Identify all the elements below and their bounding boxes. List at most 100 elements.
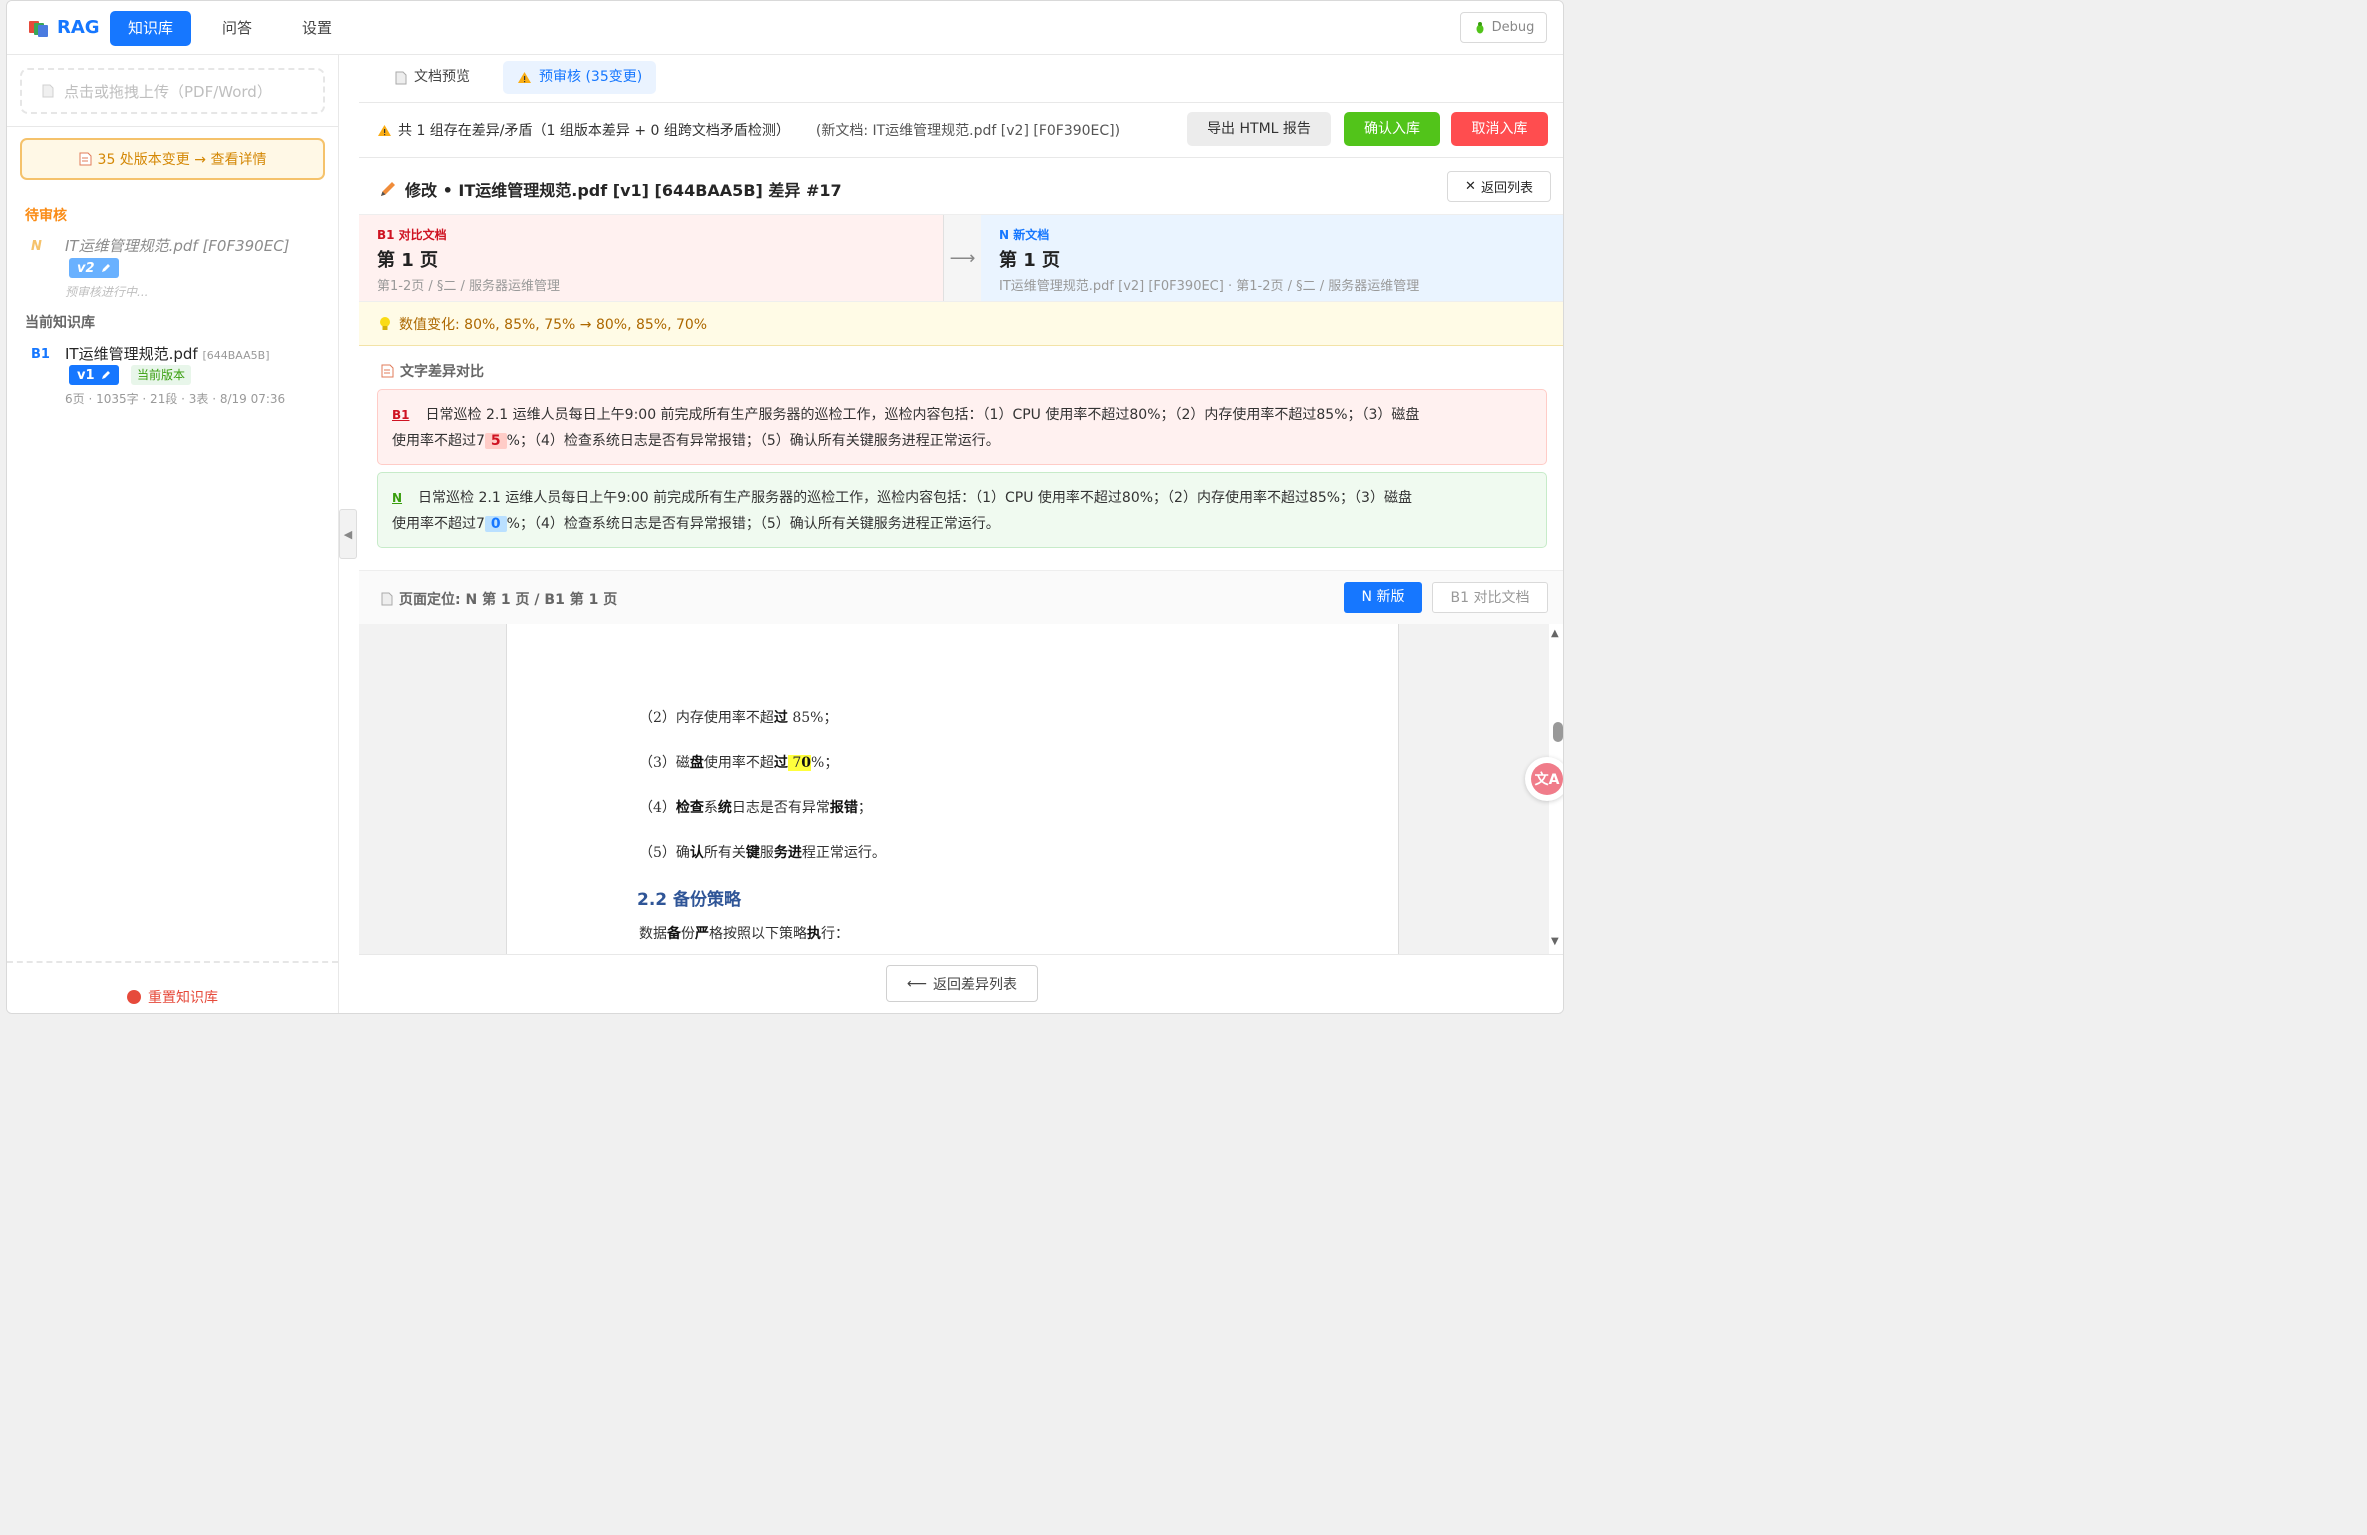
red-circle-icon xyxy=(127,990,141,1004)
preview-line: （2）内存使用率不超过 85%； xyxy=(639,710,838,726)
preview-line: 数据备份严格按照以下策略执行： xyxy=(639,926,849,942)
pending-doc-item[interactable]: N IT运维管理规范.pdf [F0F390EC] v2 预审核进行中... xyxy=(25,235,325,301)
diff-line: 日常巡检 2.1 运维人员每日上午9:00 前完成所有生产服务器的巡检工作，巡检… xyxy=(418,490,1412,506)
value-change-banner: 数值变化: 80%, 85%, 75% → 80%, 85%, 70% xyxy=(359,302,1563,346)
diff-tag: B1 xyxy=(392,408,410,422)
version-changes-label: 35 处版本变更 → 查看详情 xyxy=(97,152,267,168)
warning-icon xyxy=(518,72,531,83)
confirm-import-button[interactable]: 确认入库 xyxy=(1344,112,1440,146)
review-summary: 共 1 组存在差异/矛盾（1 组版本差异 + 0 组跨文档矛盾检测） (新文档:… xyxy=(377,120,1120,140)
page-locator-text: 页面定位: N 第 1 页 / B1 第 1 页 xyxy=(399,592,618,608)
debug-label: Debug xyxy=(1491,20,1535,35)
doc-name: IT运维管理规范.pdf [F0F390EC] xyxy=(65,237,290,255)
back-to-diff-list-button[interactable]: ⟵ 返回差异列表 xyxy=(886,965,1038,1002)
page-locator-bar: 页面定位: N 第 1 页 / B1 第 1 页 N 新版 B1 对比文档 xyxy=(359,570,1563,624)
divider xyxy=(359,102,1563,103)
nav-tab-knowledge[interactable]: 知识库 xyxy=(110,11,191,46)
back-diff-label: 返回差异列表 xyxy=(933,976,1018,993)
memo-icon xyxy=(79,152,92,166)
collapse-sidebar-handle[interactable]: ◀ xyxy=(339,509,357,559)
doc-tag: N xyxy=(31,239,42,254)
doc-tag: B1 xyxy=(31,347,50,362)
diff-changed-value: 0 xyxy=(484,516,507,532)
diff-suffix: %；（4）检查系统日志是否有异常报错；（5）确认所有关键服务进程正常运行。 xyxy=(506,516,1000,532)
new-doc-info: (新文档: IT运维管理规范.pdf [v2] [F0F390EC]) xyxy=(815,123,1121,139)
preview-line: （4）检查系统日志是否有异常报错； xyxy=(639,800,872,816)
document-icon xyxy=(381,592,393,606)
pencil-icon xyxy=(101,263,110,272)
divider xyxy=(359,157,1563,158)
preview-line: （3）磁盘使用率不超过 70%； xyxy=(639,755,839,771)
doc-name: IT运维管理规范.pdf [644BAA5B] xyxy=(65,343,270,364)
version-badge[interactable]: v2 xyxy=(69,258,119,278)
logo-text: RAG xyxy=(57,17,100,38)
diff-prefix: 使用率不超过7 xyxy=(392,433,485,449)
preview-heading: 2.2 备份策略 xyxy=(637,890,742,910)
current-version-badge: 当前版本 xyxy=(131,365,192,385)
top-bar: RAG 知识库 问答 设置 Debug xyxy=(7,1,1563,55)
text-diff-title-text: 文字差异对比 xyxy=(400,364,484,380)
tab-pre-review[interactable]: 预审核 (35变更) xyxy=(503,61,657,94)
debug-button[interactable]: Debug xyxy=(1460,12,1547,43)
footer: ⟵ 返回差异列表 xyxy=(359,954,1563,1013)
compare-old-label: B1 对比文档 xyxy=(377,228,447,242)
cancel-import-button[interactable]: 取消入库 xyxy=(1451,112,1548,146)
tab-document-preview[interactable]: 文档预览 xyxy=(381,61,484,94)
highlighted-value: 70 xyxy=(787,755,812,771)
doc-name-text: IT运维管理规范.pdf xyxy=(65,345,198,363)
logo: RAG xyxy=(29,17,100,38)
reset-knowledge-button[interactable]: 重置知识库 xyxy=(7,987,338,1007)
compare-old-panel: B1 对比文档 第 1 页 第1-2页 / §二 / 服务器运维管理 xyxy=(359,215,944,301)
pending-section-title: 待审核 xyxy=(25,208,67,224)
doc-status: 预审核进行中... xyxy=(65,285,149,299)
logo-icon xyxy=(29,19,49,37)
diff-title: 修改 • IT运维管理规范.pdf [v1] [644BAA5B] 差异 #17 xyxy=(379,177,842,201)
compare-new-label: N 新文档 xyxy=(999,228,1050,242)
compare-old-page: 第 1 页 xyxy=(377,250,439,271)
text-diff-title: 文字差异对比 xyxy=(381,361,484,381)
current-doc-item[interactable]: B1 IT运维管理规范.pdf [644BAA5B] v1 当前版本 6页 · … xyxy=(25,343,325,409)
document-preview[interactable]: （2）内存使用率不超过 85%； （3）磁盘使用率不超过 70%； （4）检查系… xyxy=(359,624,1549,954)
tab-label: 文档预览 xyxy=(414,69,470,85)
main-panel: 文档预览 预审核 (35变更) 共 1 组存在差异/矛盾（1 组版本差异 + 0… xyxy=(359,55,1563,1013)
arrow-right-icon: ⟶ xyxy=(944,215,981,301)
diff-changed-value: 5 xyxy=(484,433,507,449)
diff-line: 日常巡检 2.1 运维人员每日上午9:00 前完成所有生产服务器的巡检工作，巡检… xyxy=(425,407,1420,423)
version-badge[interactable]: v1 xyxy=(69,365,119,385)
export-html-button[interactable]: 导出 HTML 报告 xyxy=(1187,112,1331,146)
translate-button[interactable]: 文A xyxy=(1525,757,1563,801)
version-changes-button[interactable]: 35 处版本变更 → 查看详情 xyxy=(20,138,325,180)
current-section-title: 当前知识库 xyxy=(25,315,95,331)
preview-line: （5）确认所有关键服务进程正常运行。 xyxy=(639,845,886,861)
back-list-label: 返回列表 xyxy=(1480,181,1533,196)
nav-tab-qa[interactable]: 问答 xyxy=(205,11,269,46)
view-compare-doc-button[interactable]: B1 对比文档 xyxy=(1432,582,1548,613)
compare-new-panel: N 新文档 第 1 页 IT运维管理规范.pdf [v2] [F0F390EC]… xyxy=(981,215,1563,301)
app-window: RAG 知识库 问答 设置 Debug 点击或拖拽上传（PDF/Word） 35… xyxy=(6,0,1564,1014)
nav-tab-settings[interactable]: 设置 xyxy=(285,11,349,46)
sidebar: 点击或拖拽上传（PDF/Word） 35 处版本变更 → 查看详情 待审核 N … xyxy=(7,55,339,1013)
upload-dropzone[interactable]: 点击或拖拽上传（PDF/Word） xyxy=(20,68,325,114)
version-label: v1 xyxy=(77,367,95,383)
summary-text: 共 1 组存在差异/矛盾（1 组版本差异 + 0 组跨文档矛盾检测） xyxy=(398,123,790,139)
view-new-version-button[interactable]: N 新版 xyxy=(1344,582,1422,613)
back-to-list-button[interactable]: ✕ 返回列表 xyxy=(1447,171,1551,202)
warning-icon xyxy=(378,124,391,136)
document-icon xyxy=(395,71,407,84)
compare-old-path: 第1-2页 / §二 / 服务器运维管理 xyxy=(377,279,561,294)
scrollbar-thumb[interactable] xyxy=(1553,722,1563,742)
version-label: v2 xyxy=(77,260,95,276)
scroll-down-icon[interactable]: ▼ xyxy=(1551,936,1559,947)
page-locator: 页面定位: N 第 1 页 / B1 第 1 页 xyxy=(381,589,617,609)
doc-hash: [644BAA5B] xyxy=(202,349,270,362)
diff-prefix: 使用率不超过7 xyxy=(392,516,485,532)
diff-new-text: N 日常巡检 2.1 运维人员每日上午9:00 前完成所有生产服务器的巡检工作，巡… xyxy=(377,472,1547,548)
doc-meta: 6页 · 1035字 · 21段 · 3表 · 8/19 07:36 xyxy=(65,392,286,406)
compare-new-page: 第 1 页 xyxy=(999,250,1061,271)
scroll-up-icon[interactable]: ▲ xyxy=(1551,628,1559,639)
pdf-page: （2）内存使用率不超过 85%； （3）磁盘使用率不超过 70%； （4）检查系… xyxy=(506,624,1399,954)
upload-placeholder: 点击或拖拽上传（PDF/Word） xyxy=(64,82,272,101)
memo-icon xyxy=(381,364,394,378)
bug-icon xyxy=(1476,21,1484,33)
reset-label: 重置知识库 xyxy=(148,990,218,1006)
